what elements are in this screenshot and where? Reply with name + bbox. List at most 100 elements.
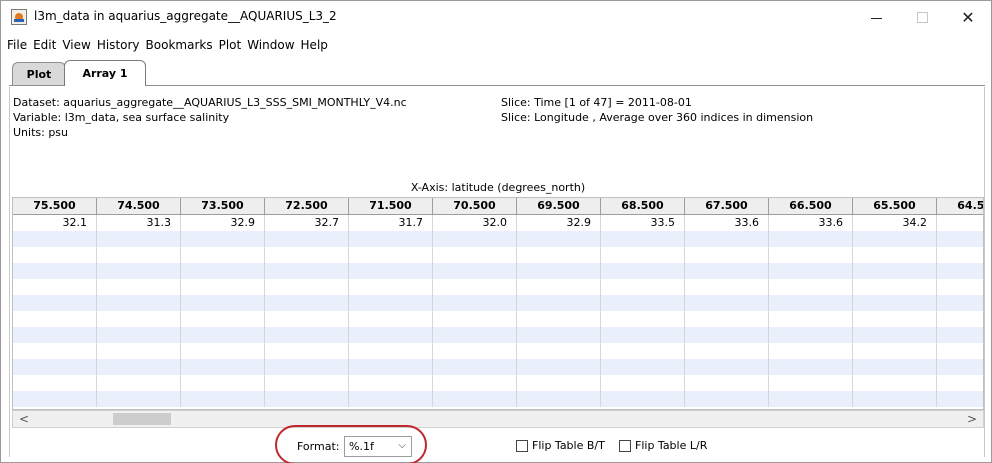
table-cell[interactable] [97, 279, 181, 295]
column-header[interactable]: 68.500 [601, 198, 685, 215]
table-cell[interactable] [601, 247, 685, 263]
table-cell[interactable]: 32.9 [181, 215, 265, 231]
table-cell[interactable] [685, 231, 769, 247]
table-cell[interactable] [601, 327, 685, 343]
table-cell[interactable] [937, 247, 983, 263]
table-cell[interactable] [685, 295, 769, 311]
table-cell[interactable] [769, 359, 853, 375]
tab-plot[interactable]: Plot [12, 62, 66, 85]
table-cell[interactable] [937, 391, 983, 407]
table-cell[interactable] [349, 279, 433, 295]
table-cell[interactable] [433, 295, 517, 311]
table-cell[interactable] [265, 327, 349, 343]
column-header[interactable]: 64.500 [937, 198, 983, 215]
table-cell[interactable] [601, 295, 685, 311]
table-cell[interactable] [769, 279, 853, 295]
table-cell[interactable]: 33.5 [601, 215, 685, 231]
table-cell[interactable]: 34.2 [853, 215, 937, 231]
table-cell[interactable] [601, 231, 685, 247]
table-cell[interactable] [13, 295, 97, 311]
table-cell[interactable] [517, 327, 601, 343]
table-cell[interactable] [97, 359, 181, 375]
table-cell[interactable] [601, 279, 685, 295]
column-header[interactable]: 70.500 [433, 198, 517, 215]
table-cell[interactable] [265, 375, 349, 391]
table-cell[interactable] [769, 391, 853, 407]
table-cell[interactable] [769, 263, 853, 279]
table-cell[interactable] [937, 359, 983, 375]
menu-help[interactable]: Help [298, 38, 331, 52]
checkbox-box[interactable] [619, 439, 631, 452]
table-cell[interactable] [937, 343, 983, 359]
table-cell[interactable] [517, 295, 601, 311]
table-cell[interactable] [853, 231, 937, 247]
table-cell[interactable] [349, 391, 433, 407]
table-cell[interactable] [853, 311, 937, 327]
horizontal-scrollbar[interactable]: < > [12, 410, 984, 428]
table-cell[interactable] [97, 391, 181, 407]
table-cell[interactable] [685, 311, 769, 327]
table-cell[interactable] [433, 375, 517, 391]
table-cell[interactable] [97, 263, 181, 279]
scroll-right-icon[interactable]: > [963, 411, 981, 427]
table-cell[interactable] [349, 231, 433, 247]
table-cell[interactable] [13, 327, 97, 343]
table-cell[interactable] [853, 279, 937, 295]
table-cell[interactable] [181, 263, 265, 279]
table-cell[interactable] [685, 391, 769, 407]
table-cell[interactable] [685, 375, 769, 391]
column-header[interactable]: 72.500 [265, 198, 349, 215]
table-cell[interactable] [433, 343, 517, 359]
table-cell[interactable] [685, 359, 769, 375]
table-cell[interactable] [685, 327, 769, 343]
table-cell[interactable] [517, 247, 601, 263]
table-cell[interactable] [13, 343, 97, 359]
table-cell[interactable] [685, 279, 769, 295]
column-header[interactable]: 75.500 [13, 198, 97, 215]
table-cell[interactable] [181, 247, 265, 263]
column-header[interactable]: 69.500 [517, 198, 601, 215]
table-cell[interactable] [601, 343, 685, 359]
table-cell[interactable] [601, 359, 685, 375]
column-header[interactable]: 67.500 [685, 198, 769, 215]
table-cell[interactable] [769, 247, 853, 263]
table-cell[interactable] [181, 295, 265, 311]
table-cell[interactable] [265, 279, 349, 295]
table-cell[interactable] [97, 247, 181, 263]
table-cell[interactable] [601, 375, 685, 391]
table-cell[interactable] [937, 279, 983, 295]
table-cell[interactable] [937, 215, 983, 231]
table-cell[interactable] [685, 263, 769, 279]
table-cell[interactable] [97, 231, 181, 247]
table-cell[interactable] [937, 375, 983, 391]
table-cell[interactable]: 31.7 [349, 215, 433, 231]
table-cell[interactable] [433, 247, 517, 263]
flip-table-lr-checkbox[interactable]: Flip Table L/R [619, 439, 707, 452]
menu-edit[interactable]: Edit [30, 38, 59, 52]
table-cell[interactable] [853, 391, 937, 407]
table-cell[interactable]: 32.0 [433, 215, 517, 231]
table-cell[interactable] [769, 231, 853, 247]
table-cell[interactable] [853, 295, 937, 311]
table-cell[interactable]: 32.7 [265, 215, 349, 231]
minimize-button[interactable] [853, 1, 899, 34]
maximize-button[interactable] [899, 1, 945, 34]
column-header[interactable]: 71.500 [349, 198, 433, 215]
menu-window[interactable]: Window [244, 38, 297, 52]
table-cell[interactable] [517, 359, 601, 375]
table-cell[interactable] [601, 311, 685, 327]
table-cell[interactable] [349, 359, 433, 375]
table-cell[interactable] [937, 231, 983, 247]
table-cell[interactable] [433, 391, 517, 407]
table-cell[interactable]: 32.1 [13, 215, 97, 231]
table-cell[interactable] [97, 375, 181, 391]
table-cell[interactable] [13, 231, 97, 247]
table-cell[interactable] [769, 375, 853, 391]
table-cell[interactable]: 33.6 [769, 215, 853, 231]
table-cell[interactable] [97, 343, 181, 359]
menu-file[interactable]: File [4, 38, 30, 52]
table-cell[interactable] [517, 391, 601, 407]
table-cell[interactable] [13, 263, 97, 279]
table-cell[interactable] [349, 327, 433, 343]
table-cell[interactable] [937, 263, 983, 279]
